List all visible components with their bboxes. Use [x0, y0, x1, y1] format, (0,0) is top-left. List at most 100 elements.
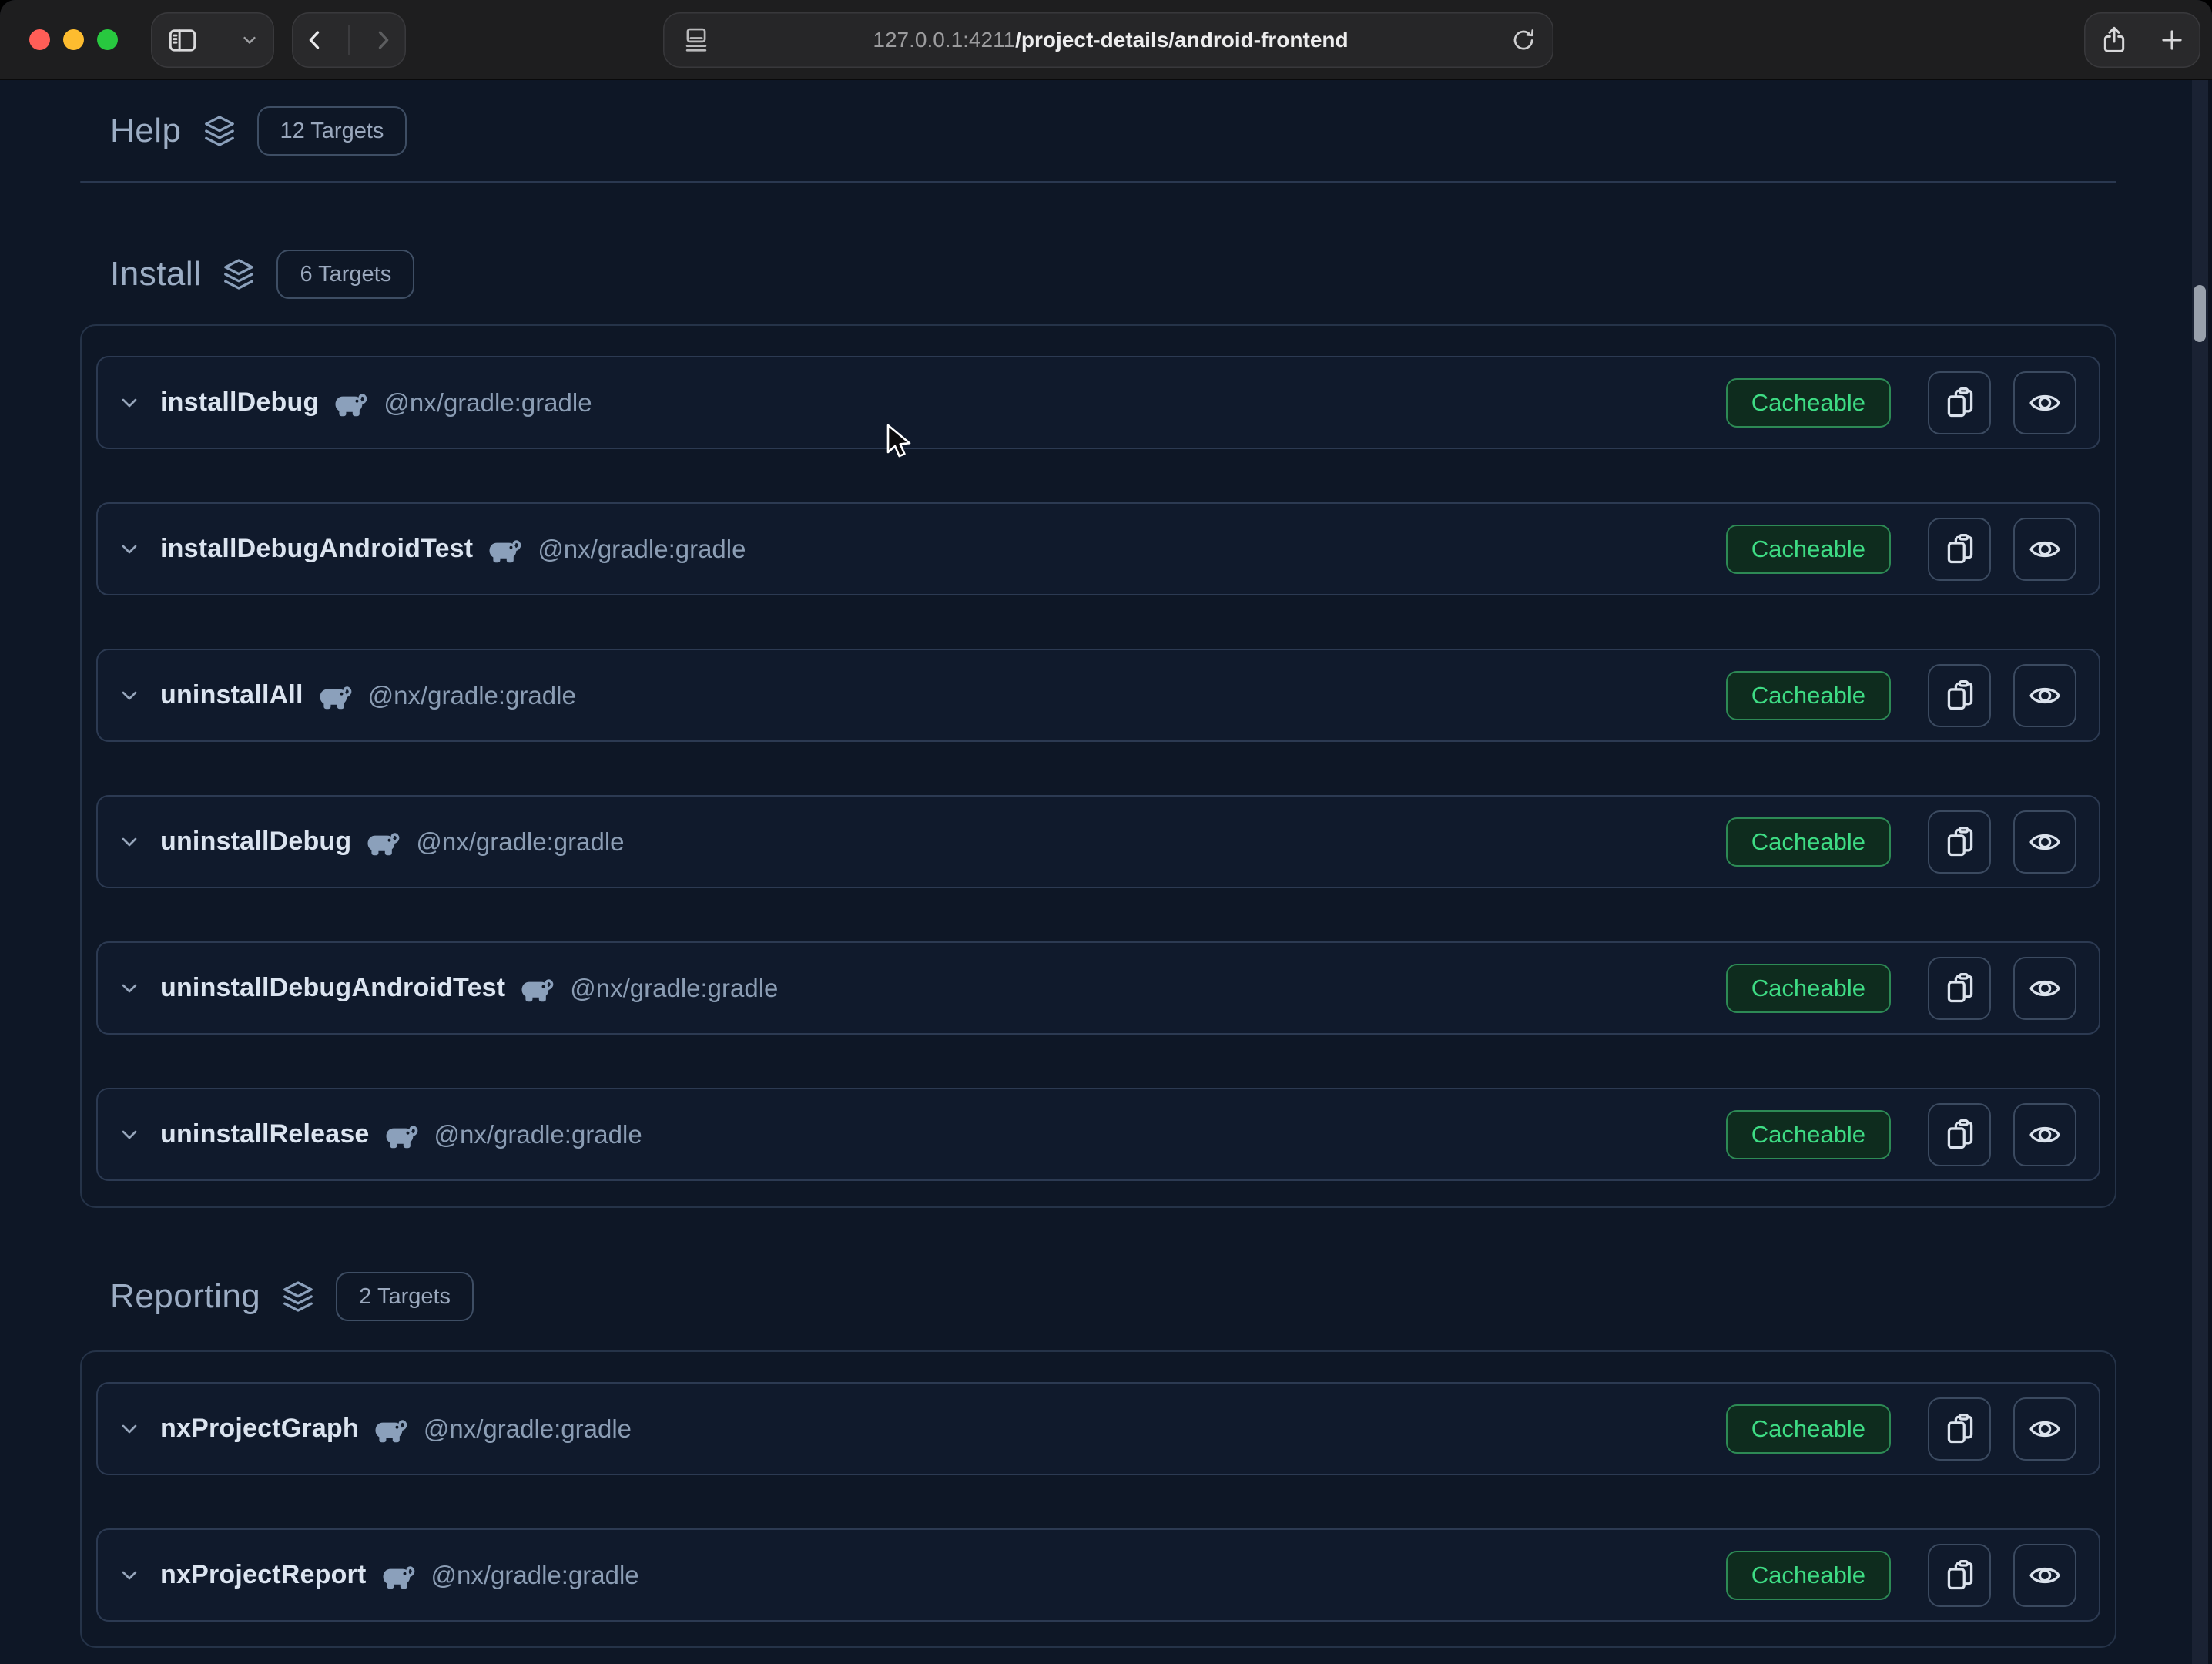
window-edge	[2208, 80, 2212, 1664]
chevron-down-icon[interactable]	[117, 537, 142, 562]
gradle-icon	[519, 978, 555, 1002]
target-name: installDebugAndroidTest	[160, 534, 473, 564]
view-details-button[interactable]	[2013, 371, 2076, 434]
copy-button[interactable]	[1928, 371, 1991, 434]
target-name: uninstallAll	[160, 680, 303, 710]
copy-button[interactable]	[1928, 1544, 1991, 1607]
cacheable-badge: Cacheable	[1726, 671, 1891, 720]
url-text[interactable]: 127.0.0.1:4211/project-details/android-f…	[711, 28, 1510, 52]
target-executor: @nx/gradle:gradle	[416, 827, 624, 857]
chevron-down-icon[interactable]	[117, 830, 142, 854]
back-button[interactable]	[302, 27, 328, 53]
sidebar-toggle-button[interactable]	[151, 12, 274, 68]
target-executor: @nx/gradle:gradle	[424, 1414, 632, 1444]
chevron-down-icon[interactable]	[239, 29, 260, 51]
new-tab-button[interactable]	[2158, 26, 2186, 54]
target-row-installDebug[interactable]: installDebug @nx/gradle:gradle Cacheable	[96, 356, 2100, 449]
layers-icon	[280, 1279, 316, 1314]
browser-window: 127.0.0.1:4211/project-details/android-f…	[0, 0, 2212, 1664]
page-settings-icon[interactable]	[682, 25, 711, 55]
gradle-icon	[373, 1418, 408, 1443]
copy-button[interactable]	[1928, 957, 1991, 1020]
target-row-installDebugAndroidTest[interactable]: installDebugAndroidTest @nx/gradle:gradl…	[96, 502, 2100, 595]
view-details-button[interactable]	[2013, 664, 2076, 727]
cacheable-badge: Cacheable	[1726, 817, 1891, 867]
targets-count-badge: 2 Targets	[336, 1272, 474, 1321]
minimize-window-button[interactable]	[63, 29, 84, 50]
target-row-uninstallAll[interactable]: uninstallAll @nx/gradle:gradle Cacheable	[96, 649, 2100, 742]
targets-count-badge: 12 Targets	[257, 106, 407, 156]
target-name: uninstallRelease	[160, 1119, 370, 1149]
chevron-down-icon[interactable]	[117, 976, 142, 1001]
target-name: installDebug	[160, 387, 319, 418]
forward-button[interactable]	[370, 27, 396, 53]
target-executor: @nx/gradle:gradle	[431, 1561, 639, 1590]
target-executor: @nx/gradle:gradle	[368, 681, 576, 710]
target-row-uninstallDebug[interactable]: uninstallDebug @nx/gradle:gradle Cacheab…	[96, 795, 2100, 888]
section-header-install: Install 6 Targets	[110, 247, 414, 302]
section-header-reporting: Reporting 2 Targets	[110, 1269, 474, 1324]
window-controls	[29, 29, 118, 50]
copy-button[interactable]	[1928, 518, 1991, 581]
close-window-button[interactable]	[29, 29, 50, 50]
address-bar[interactable]: 127.0.0.1:4211/project-details/android-f…	[663, 12, 1553, 68]
mouse-cursor	[886, 424, 913, 463]
gradle-icon	[384, 1124, 419, 1149]
section-header-help: Help 12 Targets	[110, 103, 407, 159]
view-details-button[interactable]	[2013, 1544, 2076, 1607]
cacheable-badge: Cacheable	[1726, 1551, 1891, 1600]
cacheable-badge: Cacheable	[1726, 525, 1891, 574]
section-title: Help	[110, 112, 182, 150]
cacheable-badge: Cacheable	[1726, 378, 1891, 428]
copy-button[interactable]	[1928, 1397, 1991, 1461]
target-name: nxProjectGraph	[160, 1414, 359, 1444]
target-row-uninstallRelease[interactable]: uninstallRelease @nx/gradle:gradle Cache…	[96, 1088, 2100, 1181]
view-details-button[interactable]	[2013, 518, 2076, 581]
target-executor: @nx/gradle:gradle	[384, 388, 592, 418]
section-title: Reporting	[110, 1277, 260, 1316]
target-name: uninstallDebug	[160, 827, 351, 857]
target-executor: @nx/gradle:gradle	[570, 974, 778, 1003]
chevron-down-icon[interactable]	[117, 1563, 142, 1588]
chevron-down-icon[interactable]	[117, 391, 142, 415]
cacheable-badge: Cacheable	[1726, 1110, 1891, 1159]
target-name: uninstallDebugAndroidTest	[160, 973, 505, 1003]
copy-button[interactable]	[1928, 810, 1991, 874]
zoom-window-button[interactable]	[97, 29, 118, 50]
reporting-targets-card: nxProjectGraph @nx/gradle:gradle Cacheab…	[80, 1350, 2116, 1648]
targets-count-badge: 6 Targets	[276, 250, 414, 299]
gradle-icon	[317, 685, 353, 710]
target-executor: @nx/gradle:gradle	[434, 1120, 642, 1149]
copy-button[interactable]	[1928, 664, 1991, 727]
view-details-button[interactable]	[2013, 810, 2076, 874]
gradle-icon	[365, 831, 401, 856]
url-path: /project-details/android-frontend	[1015, 28, 1348, 52]
view-details-button[interactable]	[2013, 1397, 2076, 1461]
sidebar-icon	[166, 24, 199, 56]
target-executor: @nx/gradle:gradle	[538, 535, 746, 564]
section-divider	[80, 181, 2116, 183]
chevron-down-icon[interactable]	[117, 1122, 142, 1147]
scrollbar-thumb[interactable]	[2194, 285, 2206, 342]
browser-toolbar: 127.0.0.1:4211/project-details/android-f…	[0, 0, 2212, 80]
view-details-button[interactable]	[2013, 957, 2076, 1020]
cacheable-badge: Cacheable	[1726, 964, 1891, 1013]
target-row-nxProjectGraph[interactable]: nxProjectGraph @nx/gradle:gradle Cacheab…	[96, 1382, 2100, 1475]
chevron-down-icon[interactable]	[117, 683, 142, 708]
target-row-nxProjectReport[interactable]: nxProjectReport @nx/gradle:gradle Cachea…	[96, 1528, 2100, 1622]
chevron-down-icon[interactable]	[117, 1417, 142, 1441]
layers-icon	[221, 257, 256, 292]
cacheable-badge: Cacheable	[1726, 1404, 1891, 1454]
history-nav-group	[292, 12, 406, 68]
share-button[interactable]	[2099, 25, 2130, 55]
project-details-page: Help 12 Targets Install 6 Targets instal…	[0, 80, 2212, 1664]
gradle-icon	[333, 392, 368, 417]
url-host: 127.0.0.1:4211	[873, 28, 1015, 52]
copy-button[interactable]	[1928, 1103, 1991, 1166]
reload-button[interactable]	[1510, 27, 1537, 53]
target-name: nxProjectReport	[160, 1560, 367, 1590]
target-row-uninstallDebugAndroidTest[interactable]: uninstallDebugAndroidTest @nx/gradle:gra…	[96, 941, 2100, 1035]
view-details-button[interactable]	[2013, 1103, 2076, 1166]
gradle-icon	[380, 1565, 416, 1589]
layers-icon	[202, 113, 237, 149]
